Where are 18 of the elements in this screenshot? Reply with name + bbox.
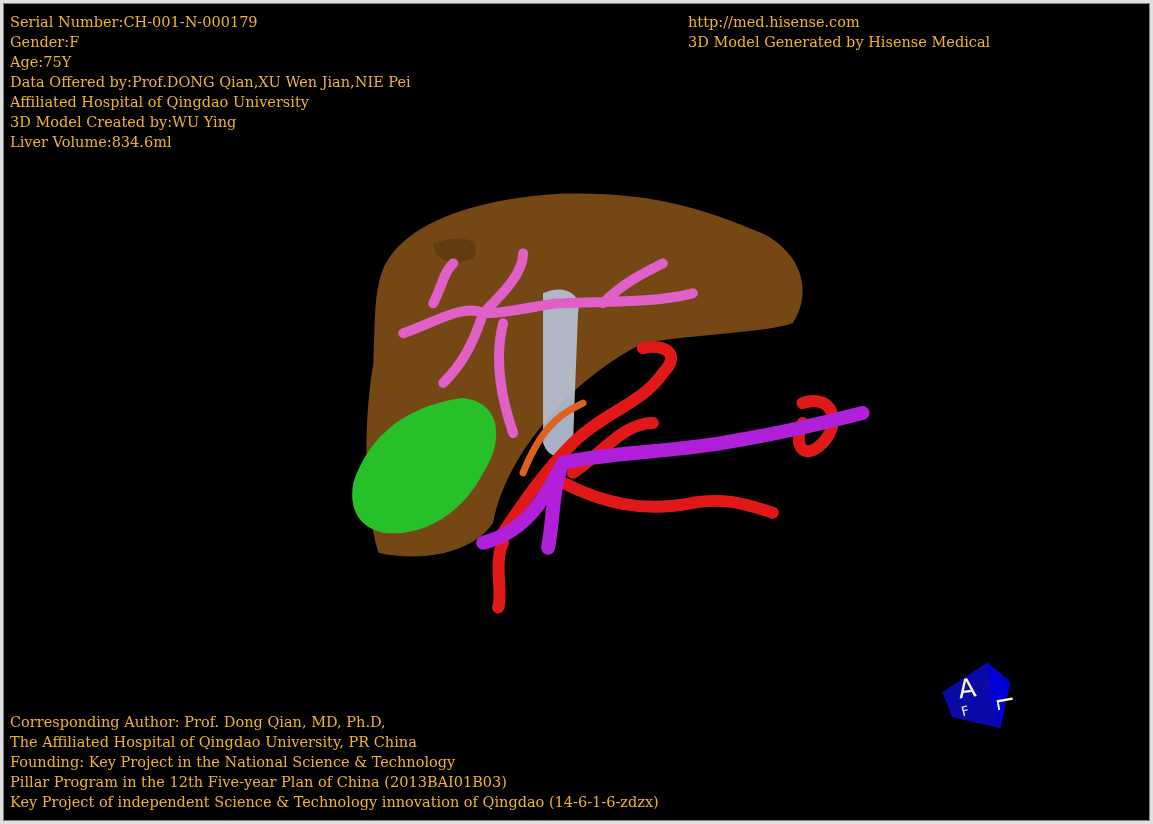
- credit-text: The Affiliated Hospital of Qingdao University, PR China: [10, 733, 417, 752]
- cube-label: A: [956, 672, 978, 705]
- info-text: Serial Number:CH-001-N-000179: [10, 13, 258, 32]
- info-text: Gender:F: [10, 33, 80, 52]
- credit-text: Pillar Program in the 12th Five-year Plan of China (2013BAI01B03): [10, 773, 507, 792]
- credit-text: Founding: Key Project in the National Science & Technology: [10, 753, 456, 772]
- source-text: 3D Model Generated by Hisense Medical: [688, 33, 991, 52]
- orientation-cube[interactable]: [942, 662, 1011, 729]
- info-text: 3D Model Created by:WU Ying: [10, 113, 237, 132]
- credit-text: Corresponding Author: Prof. Dong Qian, MD, Ph.D,: [10, 713, 386, 732]
- credit-text: Key Project of independent Science & Technology innovation of Qingdao (14-6-1-6-zdzx): [10, 793, 659, 812]
- info-text: Age:75Y: [10, 53, 72, 72]
- cube-label: L: [991, 694, 1019, 712]
- info-text: Liver Volume:834.6ml: [10, 133, 172, 152]
- info-text: Data Offered by:Prof.DONG Qian,XU Wen Jian,NIE Pei: [10, 73, 411, 92]
- source-text: http://med.hisense.com: [688, 13, 860, 32]
- info-text: Affiliated Hospital of Qingdao University: [10, 93, 309, 112]
- cube-label: F: [959, 702, 971, 720]
